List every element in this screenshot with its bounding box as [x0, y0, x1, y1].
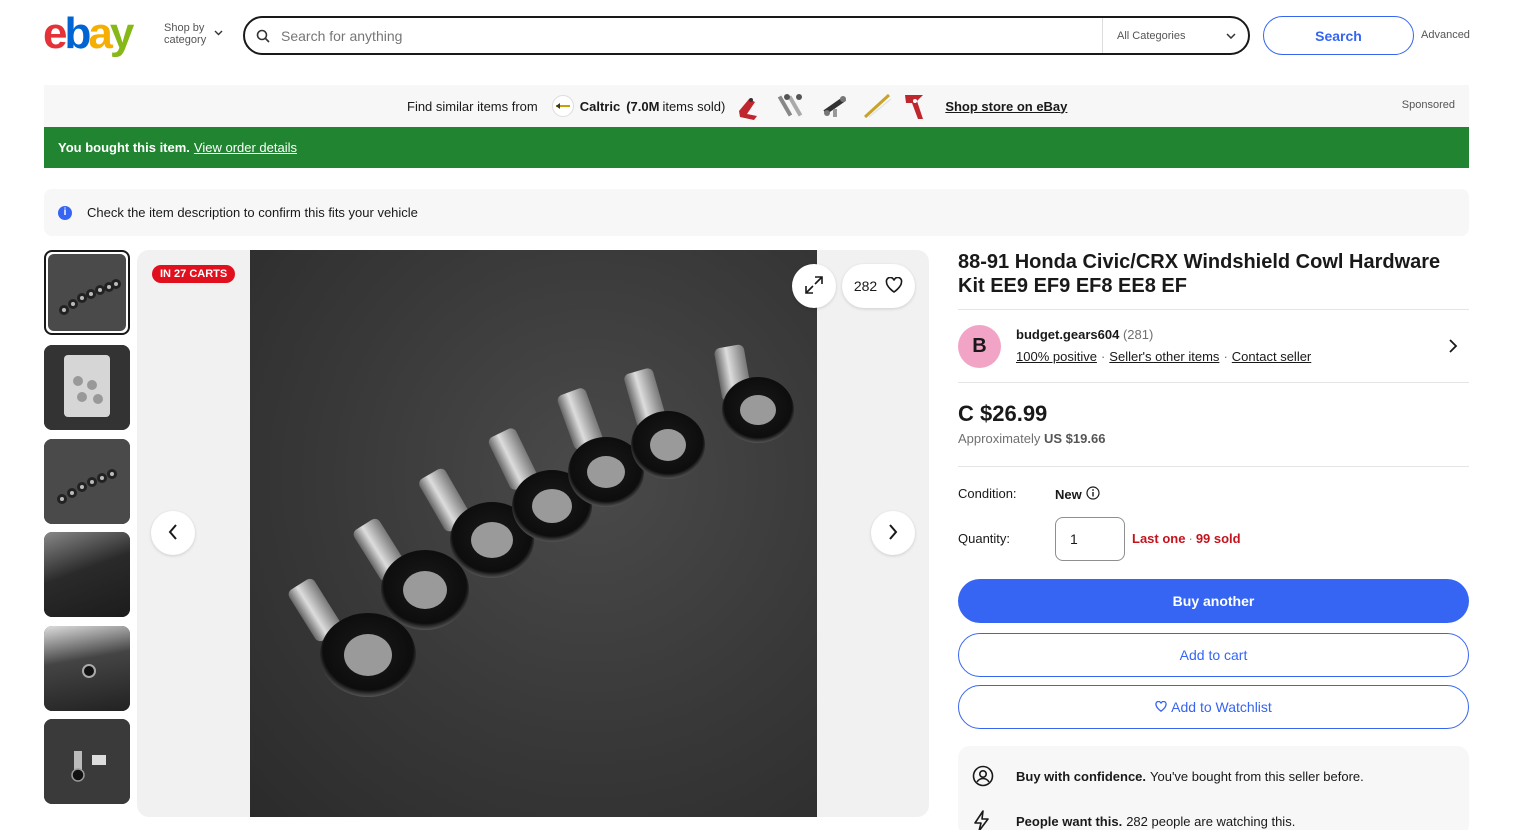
approx-value: US $19.66: [1044, 431, 1106, 446]
user-circle-icon: [972, 765, 1002, 787]
positive-feedback-link[interactable]: 100% positive: [1016, 349, 1097, 364]
search-bar: All Categories: [243, 16, 1250, 55]
find-similar-text: Find similar items from: [407, 98, 538, 114]
items-sold-count: (7.0M: [626, 98, 660, 114]
store-thumbnails: [733, 89, 937, 123]
condition-value: New: [1055, 486, 1100, 503]
chevron-down-icon: [1226, 30, 1236, 42]
add-to-watchlist-button[interactable]: Add to Watchlist: [958, 685, 1469, 729]
thumbnail-image: [48, 254, 126, 331]
red-lever-icon[interactable]: [733, 89, 769, 123]
shop-by-category-button[interactable]: Shop by category: [164, 22, 223, 46]
add-to-watchlist-label: Add to Watchlist: [1171, 699, 1272, 715]
expand-image-button[interactable]: [792, 264, 836, 308]
expand-icon: [804, 275, 824, 298]
contact-seller-link[interactable]: Contact seller: [1232, 349, 1311, 364]
info-icon: i: [58, 205, 72, 220]
quantity-label: Quantity:: [958, 531, 1011, 546]
sellers-other-items-link[interactable]: Seller's other items: [1109, 349, 1219, 364]
watch-count-button[interactable]: 282: [842, 264, 915, 308]
add-to-cart-button[interactable]: Add to cart: [958, 633, 1469, 677]
item-title: 88-91 Honda Civic/CRX Windshield Cowl Ha…: [958, 251, 1441, 297]
sponsored-store-banner[interactable]: Find similar items from Caltric (7.0M ite…: [44, 85, 1469, 127]
divider: [958, 309, 1469, 310]
chevron-down-icon: [214, 28, 223, 40]
confidence-panel: Buy with confidence. You've bought from …: [958, 746, 1469, 830]
seller-username: budget.gears604: [1016, 327, 1120, 342]
divider: [958, 466, 1469, 467]
ebay-logo[interactable]: ebay: [43, 10, 134, 58]
store-name: Caltric: [579, 98, 621, 114]
people-want-text: 282 people are watching this.: [1126, 813, 1296, 829]
quantity-input[interactable]: [1055, 517, 1125, 561]
quantity-status: Last one · 99 sold: [1132, 531, 1241, 546]
thumbnail-image: [44, 719, 130, 804]
search-icon: [245, 29, 281, 43]
sponsored-label: Sponsored: [1401, 99, 1455, 111]
rod-icon[interactable]: [859, 89, 895, 123]
fitment-notice-text: Check the item description to confirm th…: [87, 205, 418, 220]
red-pedal-icon[interactable]: [901, 89, 937, 123]
bought-text: You bought this item.: [58, 140, 190, 155]
search-input[interactable]: [281, 20, 1102, 51]
thumbnail-3[interactable]: [44, 439, 130, 524]
confidence-text: You've bought from this seller before.: [1150, 768, 1364, 784]
heart-icon: [1155, 699, 1167, 715]
category-select-value: All Categories: [1117, 29, 1186, 42]
next-image-button[interactable]: [871, 511, 915, 555]
pins-icon[interactable]: [817, 89, 853, 123]
in-carts-badge: IN 27 CARTS: [152, 265, 236, 283]
thumbnail-image: [44, 345, 130, 430]
search-button[interactable]: Search: [1263, 16, 1414, 55]
caltric-logo-icon: [551, 95, 574, 117]
watch-count: 282: [853, 278, 878, 294]
category-label: category: [164, 34, 207, 46]
shop-by-label: Shop by: [164, 22, 205, 34]
thumbnail-1[interactable]: [44, 250, 130, 335]
heart-icon: [885, 276, 903, 296]
people-want-this-row: People want this. 282 people are watchin…: [972, 810, 1295, 830]
seller-links: 100% positive · Seller's other items · Conta…: [1016, 349, 1312, 364]
sold-count: 99 sold: [1195, 531, 1241, 546]
purchase-status-banner: You bought this item. View order details: [44, 127, 1469, 168]
view-order-details-link[interactable]: View order details: [194, 140, 297, 155]
seller-feedback-count: (281): [1122, 327, 1154, 342]
buy-another-button[interactable]: Buy another: [958, 579, 1469, 623]
thumbnail-5[interactable]: [44, 626, 130, 711]
seller-avatar[interactable]: B: [958, 325, 1001, 368]
approx-price: Approximately US $19.66: [958, 431, 1105, 446]
thumbnail-4[interactable]: [44, 532, 130, 617]
item-price: C $26.99: [958, 401, 1048, 426]
people-want-bold: People want this.: [1016, 813, 1123, 829]
advanced-search-link[interactable]: Advanced: [1421, 29, 1470, 41]
seller-name[interactable]: budget.gears604 (281): [1016, 327, 1153, 342]
items-sold-suffix: items sold): [662, 98, 726, 114]
shop-store-link[interactable]: Shop store on eBay: [945, 99, 1067, 114]
chevron-left-icon: [168, 523, 178, 543]
image-gallery: IN 27 CARTS 282: [137, 250, 929, 817]
thumbnail-2[interactable]: [44, 345, 130, 430]
header: ebay Shop by category All Categories Sea…: [0, 0, 1524, 72]
category-select[interactable]: All Categories: [1102, 18, 1248, 53]
divider: [958, 382, 1469, 383]
previous-image-button[interactable]: [151, 511, 195, 555]
main-product-image[interactable]: [250, 250, 817, 817]
thumbnail-6[interactable]: [44, 719, 130, 804]
last-one-text: Last one: [1132, 531, 1186, 546]
chevron-right-icon[interactable]: [1448, 338, 1458, 357]
condition-text: New: [1055, 487, 1082, 502]
condition-label: Condition:: [958, 486, 1017, 501]
fitment-notice: i Check the item description to confirm …: [44, 189, 1469, 236]
confidence-bold: Buy with confidence.: [1016, 768, 1147, 784]
lightning-icon: [972, 810, 1002, 830]
bolt-set-icon[interactable]: [775, 89, 811, 123]
chevron-right-icon: [888, 523, 898, 543]
thumbnail-image: [44, 439, 130, 524]
info-icon[interactable]: [1086, 486, 1100, 503]
thumbnail-image: [44, 532, 130, 617]
buy-with-confidence-row: Buy with confidence. You've bought from …: [972, 765, 1364, 787]
thumbnail-image: [44, 626, 130, 711]
approx-prefix: Approximately: [958, 431, 1041, 446]
